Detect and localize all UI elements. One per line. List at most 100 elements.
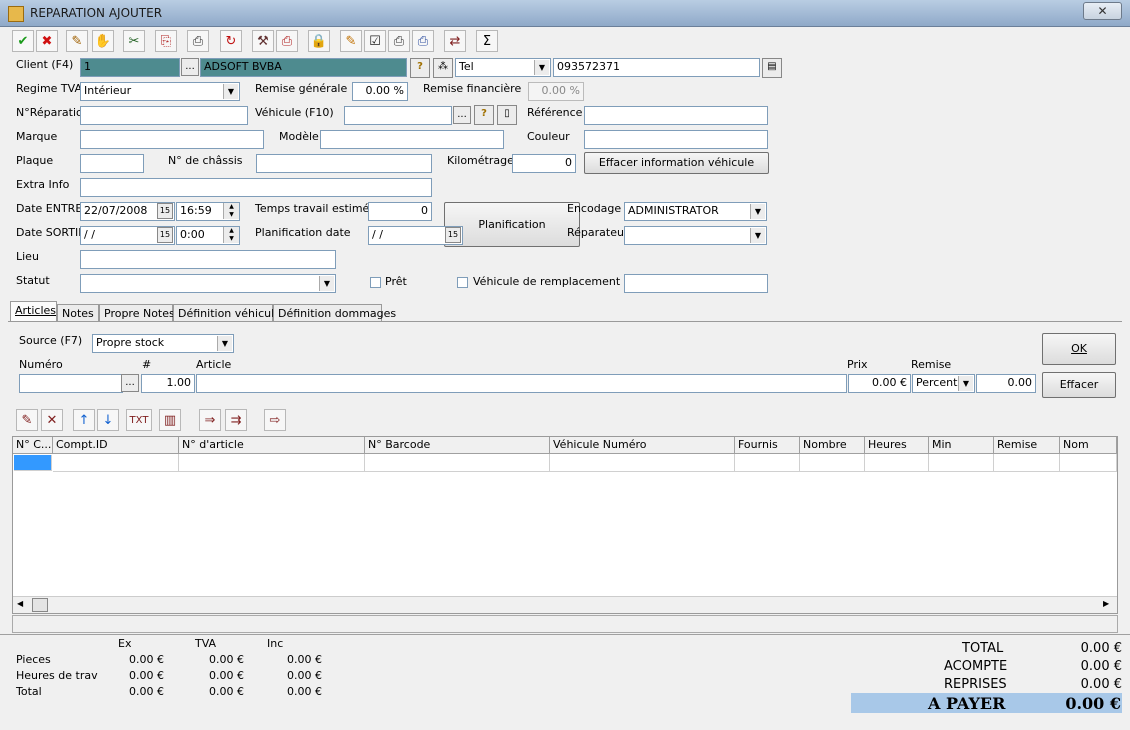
km-field[interactable]: 0 (512, 154, 576, 173)
scroll-left-icon[interactable]: ◀ (17, 599, 23, 608)
effacer-vehicule-button[interactable]: Effacer information véhicule (584, 152, 769, 174)
print3-icon[interactable]: ⎙ (388, 30, 410, 52)
tool-12[interactable]: ✎ (340, 30, 362, 52)
grid-header-8[interactable]: Min (929, 437, 994, 454)
pret-checkbox[interactable] (370, 277, 381, 288)
lieu-field[interactable] (80, 250, 336, 269)
couleur-field[interactable] (584, 130, 768, 149)
grid-txt-icon[interactable]: TXT (126, 409, 152, 431)
remplacement-checkbox[interactable] (457, 277, 468, 288)
grid-cell[interactable] (994, 454, 1060, 472)
plaque-field[interactable] (80, 154, 144, 173)
remise-gen-field[interactable]: 0.00 % (352, 82, 408, 101)
grid-header-1[interactable]: Compt.ID (53, 437, 179, 454)
numero-field[interactable] (19, 374, 123, 393)
grid-cell[interactable] (865, 454, 929, 472)
time-out-spinner[interactable]: ▲ ▼ (223, 227, 239, 243)
marque-field[interactable] (80, 130, 264, 149)
cancel-icon[interactable]: ✖ (36, 30, 58, 52)
grid-cell[interactable] (179, 454, 365, 472)
notes-icon[interactable]: ▤ (762, 58, 782, 78)
client-name-field[interactable]: ADSOFT BVBA (200, 58, 407, 77)
grid-cell[interactable] (929, 454, 994, 472)
calendar-icon[interactable]: 15 (157, 203, 173, 219)
grid-down-icon[interactable]: ↓ (97, 409, 119, 431)
vehicule-new-icon[interactable]: ▯ (497, 105, 517, 125)
tool-16[interactable]: ⇄ (444, 30, 466, 52)
tab-4[interactable]: Définition dommages (273, 304, 396, 321)
check-icon[interactable]: ☑ (364, 30, 386, 52)
extra-field[interactable] (80, 178, 432, 197)
print-icon[interactable]: ⎙ (187, 30, 209, 52)
grid-header-5[interactable]: Fournis (735, 437, 800, 454)
ok-button[interactable]: OK (1042, 333, 1116, 365)
grid-export2-icon[interactable]: ⇉ (225, 409, 247, 431)
grid-header-7[interactable]: Heures (865, 437, 929, 454)
grid-cell[interactable] (53, 454, 179, 472)
grid-header-2[interactable]: N° d'article (179, 437, 365, 454)
print2-icon[interactable]: ⎙ (276, 30, 298, 52)
tab-2[interactable]: Propre Notes (99, 304, 175, 321)
client-help-icon[interactable]: ? (410, 58, 430, 78)
grid-columns-icon[interactable]: ▥ (159, 409, 181, 431)
close-button[interactable]: ✕ (1083, 2, 1122, 20)
vehicule-field[interactable] (344, 106, 452, 125)
grid-export-icon[interactable]: ⇒ (199, 409, 221, 431)
source-select[interactable]: Propre stock ▼ (92, 334, 234, 353)
grid-header-10[interactable]: Nom (1060, 437, 1117, 454)
grid-up-icon[interactable]: ↑ (73, 409, 95, 431)
nrep-field[interactable] (80, 106, 248, 125)
grid-edit-icon[interactable]: ✎ (16, 409, 38, 431)
refresh-icon[interactable]: ↻ (220, 30, 242, 52)
remise-type-select[interactable]: Percent ▼ (912, 374, 975, 393)
scroll-right-icon[interactable]: ▶ (1103, 599, 1109, 608)
grid-header-0[interactable]: N° C... (13, 437, 53, 454)
grid-header-4[interactable]: Véhicule Numéro (550, 437, 735, 454)
tool-6[interactable]: ⎘ (155, 30, 177, 52)
tool-5[interactable]: ✂ (123, 30, 145, 52)
client-lookup-icon[interactable]: ⁂ (433, 58, 453, 78)
articles-grid[interactable]: N° C... Compt.ID N° d'article N° Barcode Véh… (12, 436, 1118, 614)
calendar-icon[interactable]: 15 (445, 227, 461, 243)
grid-cell[interactable] (14, 455, 52, 471)
statut-select[interactable]: ▼ (80, 274, 336, 293)
phone-type-select[interactable]: Tel ▼ (455, 58, 551, 77)
vehicule-help-icon[interactable]: ? (474, 105, 494, 125)
horizontal-scrollbar[interactable]: ◀ ▶ (13, 596, 1117, 613)
time-in-spinner[interactable]: ▲ ▼ (223, 203, 239, 219)
client-id-field[interactable]: 1 (80, 58, 180, 77)
regime-select[interactable]: Intérieur ▼ (80, 82, 240, 101)
grid-cell[interactable] (365, 454, 550, 472)
grid-header-6[interactable]: Nombre (800, 437, 865, 454)
new-icon[interactable]: ✎ (66, 30, 88, 52)
grid-delete-icon[interactable]: ✕ (41, 409, 63, 431)
prix-field[interactable]: 0.00 € (848, 374, 911, 393)
grid-cell[interactable] (550, 454, 735, 472)
phone-field[interactable]: 093572371 (553, 58, 760, 77)
tool-9[interactable]: ⚒ (252, 30, 274, 52)
remise-field[interactable]: 0.00 (976, 374, 1036, 393)
print4-icon[interactable]: ⎙ (412, 30, 434, 52)
modele-field[interactable] (320, 130, 504, 149)
article-field[interactable] (196, 374, 847, 393)
effacer-button[interactable]: Effacer (1042, 372, 1116, 398)
grid-header-9[interactable]: Remise (994, 437, 1060, 454)
client-browse-button[interactable]: ... (181, 58, 199, 76)
grid-cell[interactable] (735, 454, 800, 472)
vehicule-browse-button[interactable]: ... (453, 106, 471, 124)
calendar-icon[interactable]: 15 (157, 227, 173, 243)
qty-field[interactable]: 1.00 (141, 374, 195, 393)
reference-field[interactable] (584, 106, 768, 125)
planification-button[interactable]: Planification (444, 202, 580, 247)
scroll-thumb[interactable] (32, 598, 48, 612)
encodage-select[interactable]: ADMINISTRATOR ▼ (624, 202, 767, 221)
tab-1[interactable]: Notes (57, 304, 99, 321)
lock-icon[interactable]: 🔒 (308, 30, 330, 52)
tab-0[interactable]: Articles (10, 301, 57, 321)
numero-browse-button[interactable]: ... (121, 374, 139, 392)
remplacement-field[interactable] (624, 274, 768, 293)
grid-header-3[interactable]: N° Barcode (365, 437, 550, 454)
tool-4[interactable]: ✋ (92, 30, 114, 52)
reparateur-select[interactable]: ▼ (624, 226, 767, 245)
sum-icon[interactable]: Σ (476, 30, 498, 52)
